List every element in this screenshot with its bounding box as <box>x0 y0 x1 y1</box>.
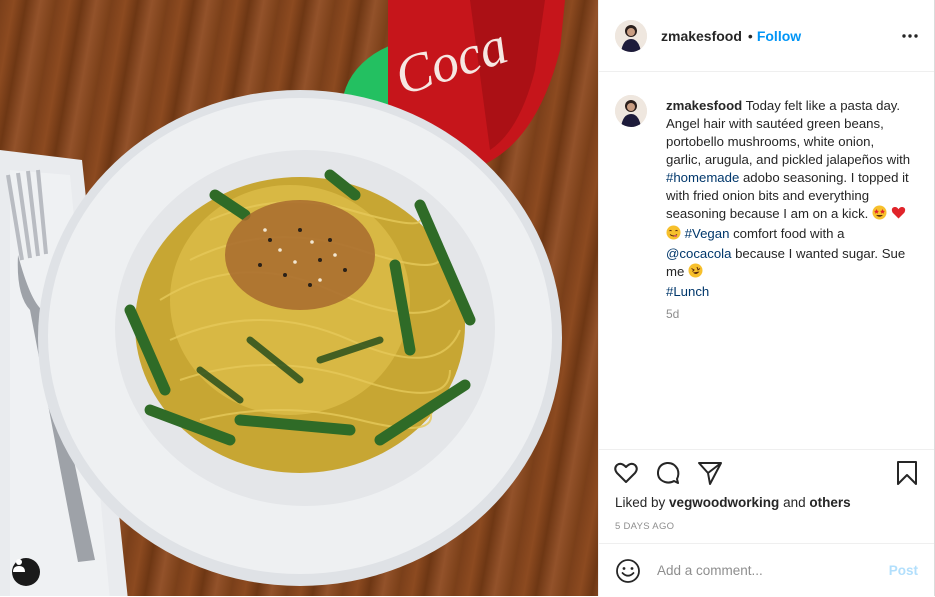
comment-form: Post <box>599 543 934 597</box>
caption-body-3: comfort food with a <box>729 226 845 241</box>
user-tags-button[interactable] <box>12 558 40 586</box>
fried-onions <box>225 200 375 310</box>
like-button[interactable] <box>613 460 639 486</box>
bookmark-icon <box>897 461 917 485</box>
post-photo[interactable]: Coca <box>0 0 598 596</box>
rolling-laughing-emoji-icon <box>688 263 703 283</box>
hashtag-lunch[interactable]: #Lunch <box>666 284 709 299</box>
username-link[interactable]: zmakesfood <box>661 28 742 44</box>
follow-button[interactable]: Follow <box>757 28 801 44</box>
liked-by-user-link[interactable]: vegwoodworking <box>669 495 779 510</box>
caption-text: zmakesfood Today felt like a pasta day. … <box>666 97 912 301</box>
heart-outline-icon <box>614 462 638 483</box>
save-button[interactable] <box>894 460 920 486</box>
more-options-button[interactable] <box>902 24 918 53</box>
more-horizontal-icon <box>902 34 918 38</box>
comment-input[interactable] <box>655 562 879 579</box>
smiley-icon <box>616 558 640 583</box>
post-header: zmakesfood • Follow <box>599 0 934 72</box>
separator-dot: • <box>747 27 753 44</box>
paper-plane-icon <box>698 462 722 485</box>
likes-summary: Liked by vegwoodworking and others <box>615 495 851 510</box>
liked-by-others-link[interactable]: others <box>809 495 850 510</box>
post-details-panel: zmakesfood • Follow zmakesfood Today fel… <box>598 0 935 596</box>
hashtag-homemade[interactable]: #homemade <box>666 170 739 185</box>
post-date[interactable]: 5 DAYS AGO <box>615 521 674 532</box>
mention-cocacola[interactable]: @cocacola <box>666 246 731 261</box>
comment-button[interactable] <box>655 460 681 486</box>
post-comment-button[interactable]: Post <box>889 563 918 578</box>
caption-area: zmakesfood Today felt like a pasta day. … <box>599 72 934 448</box>
likes-middle: and <box>779 495 810 510</box>
yum-emoji-icon <box>666 225 681 245</box>
avatar[interactable] <box>615 19 647 52</box>
star-struck-emoji-icon <box>872 205 887 225</box>
post-age[interactable]: 5d <box>666 307 679 321</box>
action-bar <box>613 460 723 486</box>
red-heart-emoji-icon <box>891 205 906 225</box>
caption-username[interactable]: zmakesfood <box>666 98 742 113</box>
pasta-plate-image: Coca <box>0 0 565 596</box>
comment-bubble-icon <box>656 461 680 484</box>
person-icon <box>13 559 25 572</box>
share-button[interactable] <box>697 460 723 486</box>
post-actions-section: Liked by vegwoodworking and others 5 DAY… <box>599 449 934 544</box>
caption-avatar[interactable] <box>615 95 647 127</box>
hashtag-vegan[interactable]: #Vegan <box>685 226 730 241</box>
emoji-picker-button[interactable] <box>615 558 641 584</box>
likes-prefix: Liked by <box>615 495 670 510</box>
